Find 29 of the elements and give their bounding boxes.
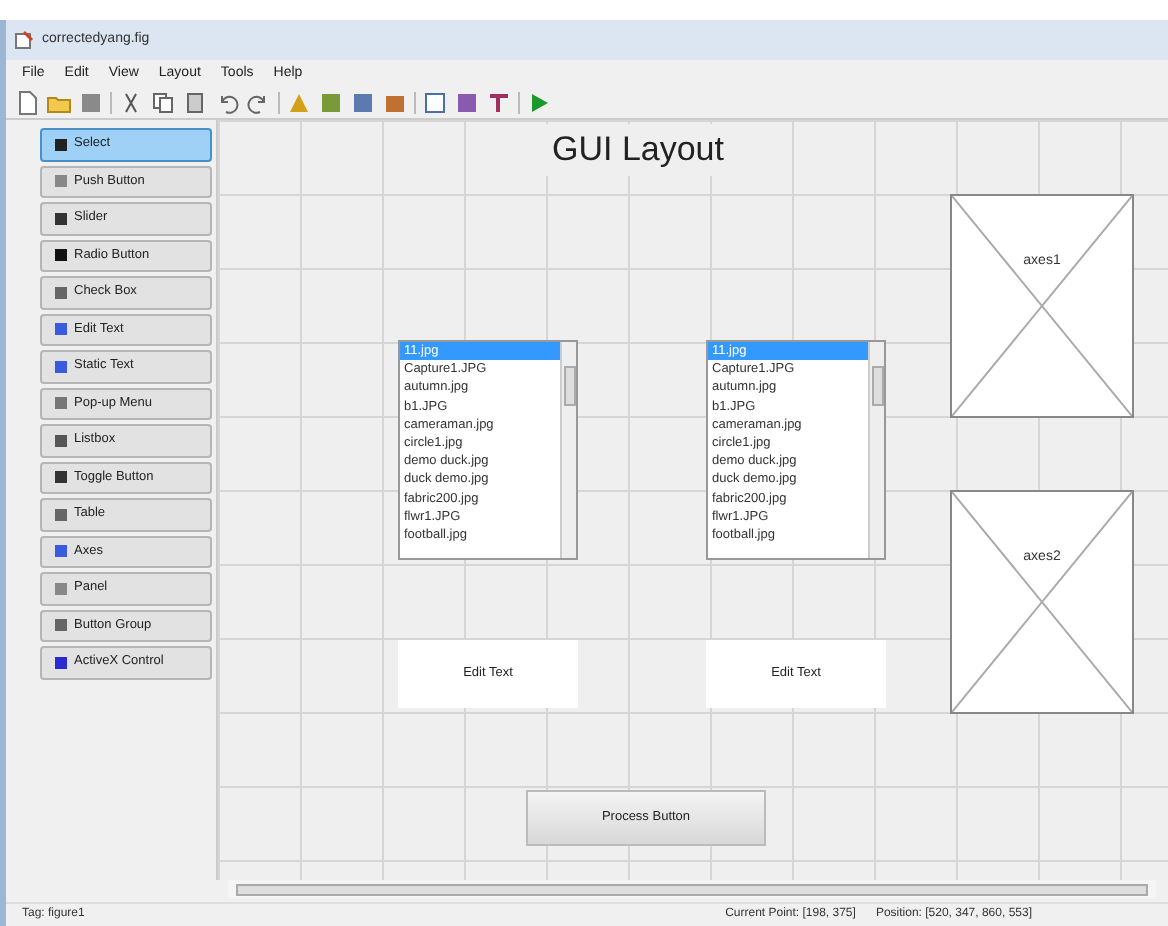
widget-icon	[54, 618, 68, 633]
scroll-thumb[interactable]	[563, 366, 575, 406]
widget-icon	[54, 174, 68, 189]
widget-icon	[54, 433, 68, 448]
paste-icon[interactable]	[182, 90, 208, 116]
scroll-thumb[interactable]	[236, 883, 1148, 895]
window-icon[interactable]	[422, 90, 448, 116]
widget-icon	[54, 359, 68, 374]
widget-icon	[54, 655, 68, 670]
widget-icon	[54, 211, 68, 226]
run-icon[interactable]	[526, 90, 552, 116]
figure-icon	[14, 30, 34, 50]
widget-icon	[54, 248, 68, 263]
widget-icon	[54, 322, 68, 337]
widget-icon	[54, 544, 68, 559]
widget-icon	[54, 285, 68, 300]
widget-icon	[54, 470, 68, 485]
widget-icon	[54, 581, 68, 596]
layout-canvas[interactable]	[216, 120, 1168, 880]
copy-icon[interactable]	[150, 90, 176, 116]
widget-icon	[54, 137, 68, 152]
widget-icon	[54, 396, 68, 411]
horizontal-scrollbar[interactable]	[228, 880, 1156, 898]
new-file-icon[interactable]	[14, 90, 40, 116]
scroll-thumb[interactable]	[871, 366, 883, 406]
scrollbar[interactable]	[560, 342, 576, 558]
widget-icon	[54, 507, 68, 522]
scrollbar[interactable]	[868, 342, 884, 558]
triangle-icon[interactable]	[286, 90, 312, 116]
